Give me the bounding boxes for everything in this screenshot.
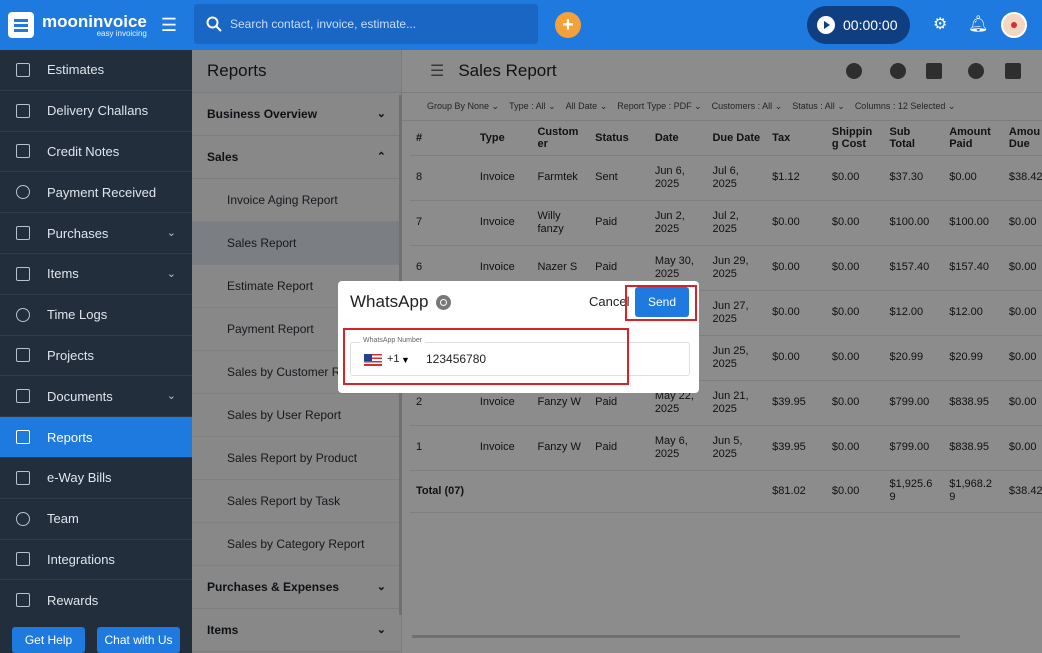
search-icon — [206, 16, 222, 32]
hamburger-menu-icon[interactable]: ☰ — [161, 15, 177, 36]
gift-icon — [16, 593, 30, 608]
estimate-icon — [16, 62, 30, 77]
chevron-down-icon: ⌄ — [166, 267, 176, 280]
items-icon — [16, 266, 30, 281]
chat-with-us-button[interactable]: Chat with Us — [97, 627, 180, 653]
whatsapp-dialog: WhatsApp Cancel Send WhatsApp Number +1 … — [338, 281, 699, 393]
sidebar: Estimates Delivery Challans Credit Notes… — [0, 50, 192, 653]
add-new-button[interactable]: + — [555, 12, 581, 38]
purchases-icon — [16, 226, 30, 241]
clock-icon — [16, 307, 30, 322]
cancel-button[interactable]: Cancel — [589, 294, 629, 309]
truck-icon — [16, 470, 30, 485]
folder-icon — [16, 348, 30, 363]
sidebar-item-estimates[interactable]: Estimates — [0, 50, 192, 91]
brand-logo[interactable]: mooninvoice easy invoicing ☰ — [0, 0, 192, 50]
team-icon — [16, 511, 30, 526]
sidebar-item-projects[interactable]: Projects — [0, 336, 192, 377]
brand-name: mooninvoice — [42, 11, 147, 31]
puzzle-icon — [16, 552, 30, 567]
dialog-title: WhatsApp — [350, 292, 452, 312]
sidebar-item-integrations[interactable]: Integrations — [0, 540, 192, 581]
sidebar-item-purchases[interactable]: Purchases ⌄ — [0, 213, 192, 254]
sidebar-item-reports[interactable]: Reports — [0, 417, 192, 458]
sidebar-item-team[interactable]: Team — [0, 499, 192, 540]
chevron-down-icon: ⌄ — [166, 227, 176, 240]
brand-tagline: easy invoicing — [96, 28, 147, 38]
search-bar[interactable] — [194, 4, 538, 44]
payment-icon — [16, 185, 30, 200]
delivery-icon — [16, 103, 30, 118]
credit-note-icon — [16, 144, 30, 159]
user-avatar[interactable] — [1001, 12, 1027, 38]
sidebar-footer: Get Help Chat with Us — [0, 617, 192, 653]
sidebar-item-payment-received[interactable]: Payment Received — [0, 172, 192, 214]
sidebar-item-items[interactable]: Items ⌄ — [0, 254, 192, 295]
notification-bell-icon[interactable]: 🔔︎ — [968, 14, 988, 34]
top-bar: mooninvoice easy invoicing ☰ + 00:00:00 … — [0, 0, 1042, 50]
sidebar-item-rewards[interactable]: Rewards — [0, 580, 192, 622]
number-highlight-box — [343, 328, 629, 385]
timer-button[interactable]: 00:00:00 — [807, 6, 910, 44]
settings-gear-icon[interactable]: ⚙ — [933, 14, 947, 34]
document-icon — [16, 389, 30, 404]
sidebar-item-documents[interactable]: Documents ⌄ — [0, 376, 192, 418]
play-icon — [817, 16, 835, 34]
sidebar-item-time-logs[interactable]: Time Logs — [0, 295, 192, 336]
get-help-button[interactable]: Get Help — [12, 627, 86, 653]
sidebar-item-credit-notes[interactable]: Credit Notes — [0, 132, 192, 173]
search-input[interactable] — [230, 17, 530, 31]
sidebar-item-delivery-challans[interactable]: Delivery Challans — [0, 91, 192, 132]
chart-icon — [16, 430, 30, 445]
sidebar-item-eway-bills[interactable]: e-Way Bills — [0, 458, 192, 499]
send-button[interactable]: Send — [635, 287, 689, 317]
whatsapp-icon — [436, 294, 452, 310]
logo-icon — [8, 12, 34, 38]
timer-value: 00:00:00 — [843, 17, 898, 33]
chevron-down-icon: ⌄ — [166, 390, 176, 403]
